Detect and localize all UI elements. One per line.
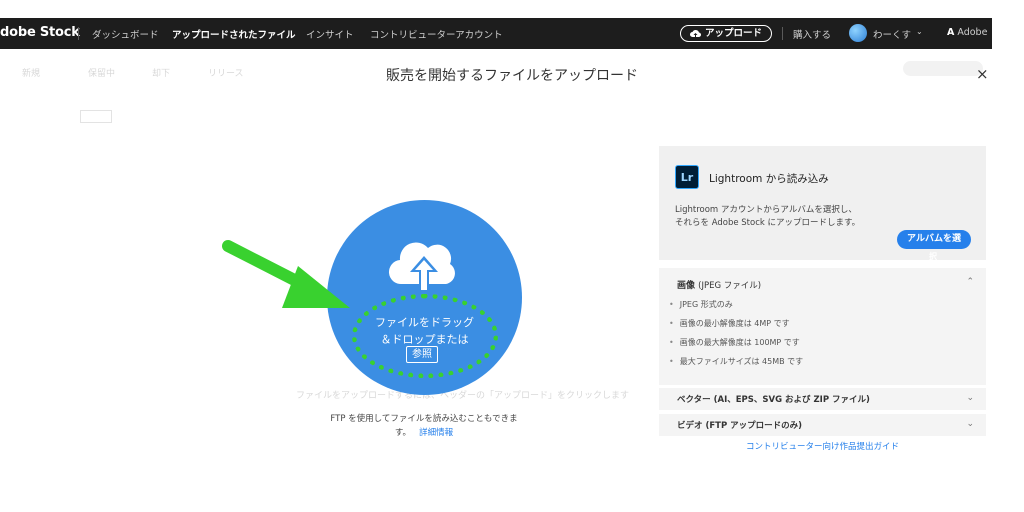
- chevron-up-icon[interactable]: ⌃: [966, 277, 974, 287]
- vector-accordion[interactable]: ベクター (AI、EPS、SVG および ZIP ファイル) ⌄: [659, 388, 986, 410]
- lightroom-description-line1: Lightroom アカウントからアルバムを選択し、: [675, 205, 857, 215]
- nav-divider: [78, 27, 79, 40]
- adobe-label: Adobe: [957, 27, 988, 38]
- lightroom-import-card: Lr Lightroom から読み込み Lightroom アカウントからアルバ…: [659, 146, 986, 260]
- vector-accordion-label: ベクター (AI、EPS、SVG および ZIP ファイル): [677, 395, 870, 405]
- annotation-arrow-icon: [222, 240, 350, 308]
- spec-text: JPEG 形式のみ: [679, 300, 733, 309]
- upload-page: 新規 保留中 却下 リリース ファイルをアップロードするには、ヘッダーの「アップ…: [0, 0, 1024, 512]
- top-navigation-bar: dobe Stock ダッシュボード アップロードされたファイル インサイト コ…: [0, 18, 992, 49]
- chevron-down-icon[interactable]: ⌄: [966, 419, 974, 429]
- nav-uploaded-files[interactable]: アップロードされたファイル: [172, 27, 296, 41]
- select-album-button-overflow: 択: [929, 252, 937, 261]
- annotation-highlight-ring: [352, 294, 498, 378]
- cloud-upload-icon: [690, 30, 701, 38]
- nav-buy[interactable]: 購入する: [793, 27, 831, 41]
- video-accordion-label: ビデオ (FTP アップロードのみ): [677, 421, 803, 431]
- nav-contributor-account[interactable]: コントリビューターアカウント: [370, 27, 503, 41]
- bg-filter-box: [80, 110, 112, 123]
- nav-divider: [782, 27, 783, 40]
- ftp-info: FTP を使用してファイルを読み込むこともできます。 詳細情報: [323, 412, 525, 440]
- nav-dashboard[interactable]: ダッシュボード: [92, 27, 159, 41]
- image-specs-title: 画像 (JPEG ファイル): [677, 278, 761, 291]
- adobe-mark-icon: A: [947, 27, 955, 38]
- ftp-details-link[interactable]: 詳細情報: [419, 428, 453, 438]
- bg-upload-hint: ファイルをアップロードするには、ヘッダーの「アップロード」をクリックします: [296, 391, 630, 401]
- nav-insights[interactable]: インサイト: [306, 27, 354, 41]
- contributor-guide-link[interactable]: コントリビューター向け作品提出ガイド: [746, 440, 899, 452]
- spec-text: 画像の最小解像度は 4MP です: [679, 319, 790, 328]
- list-item: • 画像の最小解像度は 4MP です: [669, 319, 790, 328]
- lightroom-logo-icon: Lr: [675, 165, 699, 189]
- video-accordion[interactable]: ビデオ (FTP アップロードのみ) ⌄: [659, 414, 986, 436]
- chevron-down-icon[interactable]: ⌄: [916, 27, 923, 36]
- upload-button[interactable]: アップロード: [680, 25, 773, 42]
- image-specs-panel[interactable]: 画像 (JPEG ファイル) ⌃ • JPEG 形式のみ • 画像の最小解像度は 4…: [659, 268, 986, 385]
- cloud-upload-icon: [388, 242, 455, 292]
- user-name[interactable]: わーくす: [873, 27, 911, 41]
- spec-text: 画像の最大解像度は 100MP です: [679, 338, 800, 347]
- spec-text: 最大ファイルサイズは 45MB です: [679, 357, 804, 366]
- adobe-stock-brand[interactable]: dobe Stock: [0, 25, 80, 40]
- image-specs-format: (JPEG ファイル): [698, 281, 762, 291]
- select-album-button[interactable]: アルバムを選: [897, 230, 971, 249]
- list-item: • 画像の最大解像度は 100MP です: [669, 338, 800, 347]
- image-specs-label: 画像: [677, 281, 696, 291]
- list-item: • JPEG 形式のみ: [669, 300, 733, 309]
- chevron-down-icon[interactable]: ⌄: [966, 393, 974, 403]
- avatar[interactable]: [849, 24, 867, 42]
- lightroom-description-line2: それらを Adobe Stock にアップロードします。: [675, 218, 861, 228]
- upload-button-label: アップロード: [705, 27, 763, 39]
- close-icon[interactable]: ×: [976, 65, 989, 83]
- list-item: • 最大ファイルサイズは 45MB です: [669, 357, 804, 366]
- adobe-logo[interactable]: A Adobe: [947, 27, 987, 38]
- modal-title: 販売を開始するファイルをアップロード: [386, 68, 638, 84]
- lightroom-title: Lightroom から読み込み: [709, 173, 829, 185]
